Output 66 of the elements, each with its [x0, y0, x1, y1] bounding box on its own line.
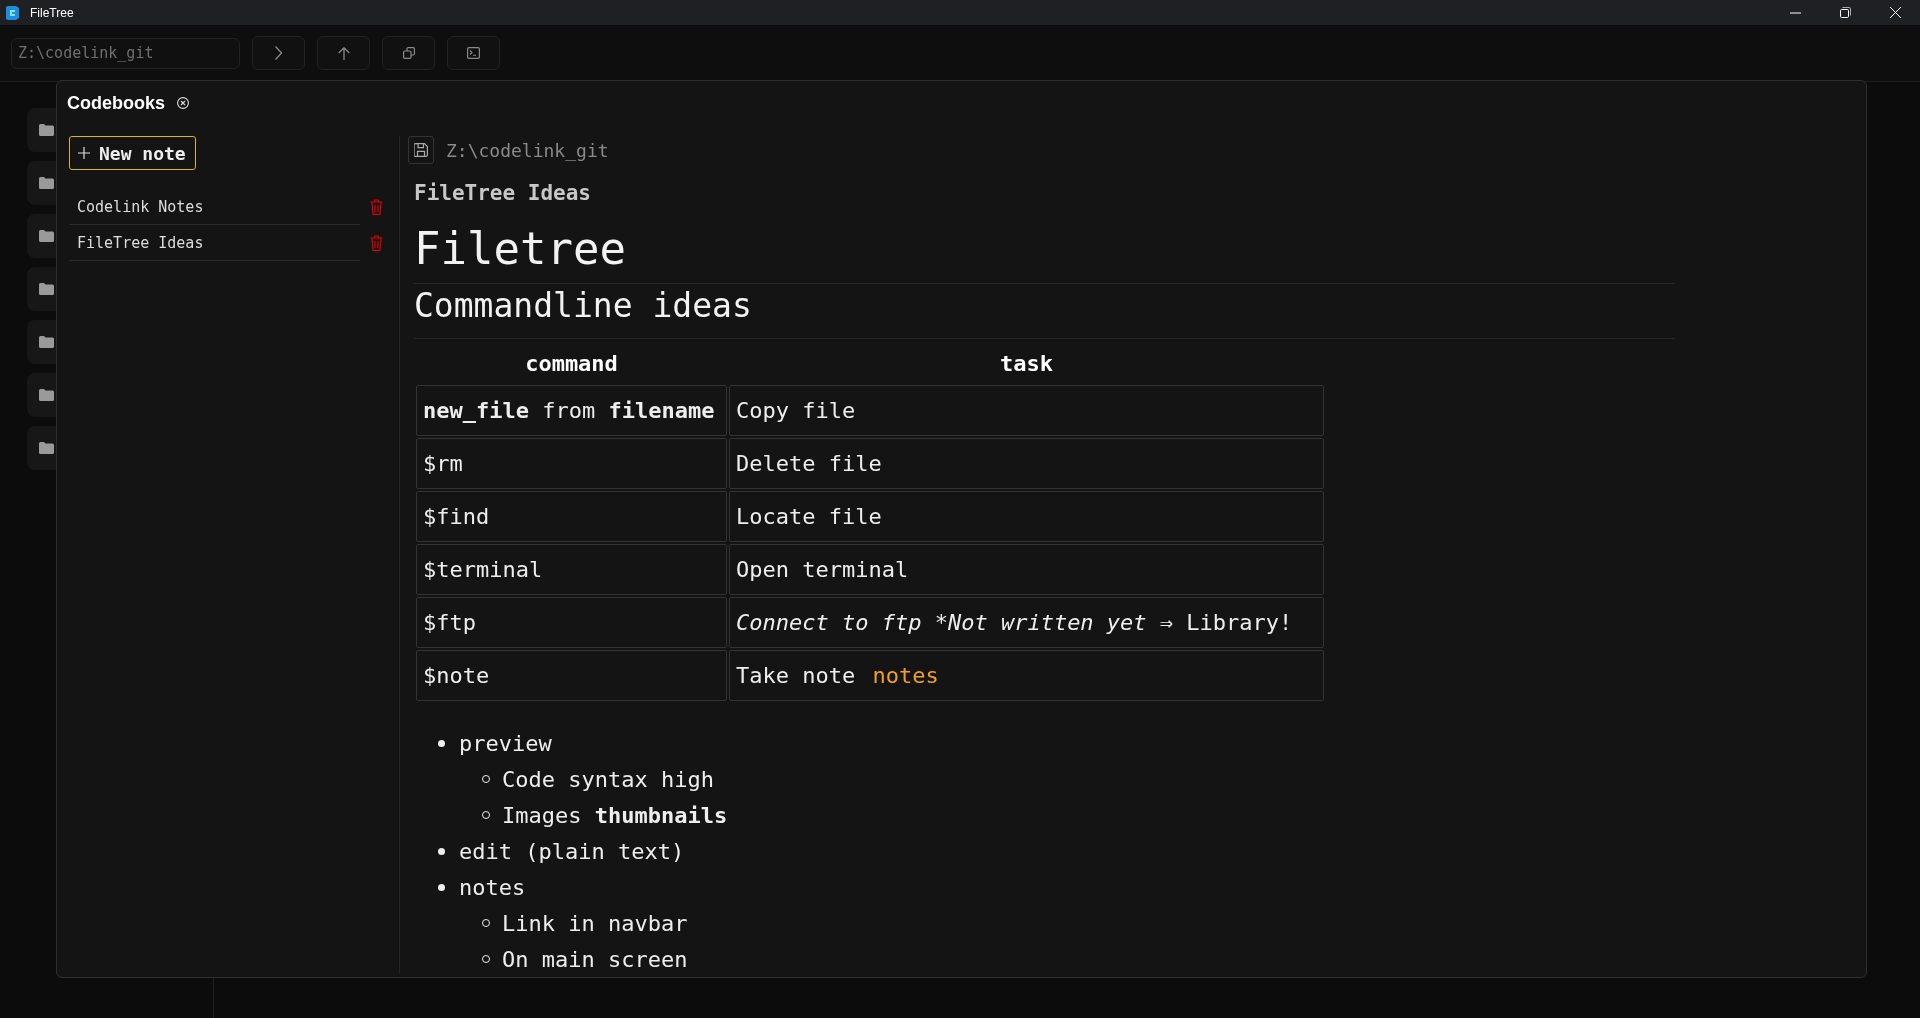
folder-icon	[39, 230, 54, 242]
folder-item[interactable]	[27, 214, 58, 258]
bullet-icon	[438, 883, 445, 891]
folder-item[interactable]	[27, 108, 58, 152]
link[interactable]: notes	[872, 663, 939, 688]
subheading: Commandline ideas	[414, 284, 1675, 339]
list-item: Images thumbnails	[502, 802, 728, 828]
folder-icon	[39, 442, 54, 454]
terminal-icon	[467, 47, 480, 59]
overlapping-squares-icon	[402, 47, 415, 59]
folder-item[interactable]	[27, 320, 58, 364]
table-cell: Delete file	[729, 438, 1324, 489]
chevron-right-icon	[275, 46, 282, 60]
table-cell: $find	[416, 491, 727, 542]
app-logo-icon	[6, 4, 20, 21]
arrow-up-icon	[337, 46, 350, 60]
table-cell: Open terminal	[729, 544, 1324, 595]
save-button[interactable]	[408, 136, 434, 164]
bullet-icon	[438, 847, 445, 855]
folder-icon	[39, 283, 54, 295]
heading: Filetree	[414, 220, 1675, 284]
column-header: command	[524, 349, 619, 378]
folder-icon	[39, 336, 54, 348]
folder-item[interactable]	[27, 426, 58, 470]
list-item: preview	[459, 730, 552, 756]
table-cell: $rm	[416, 438, 727, 489]
close-icon[interactable]	[177, 97, 189, 109]
list-item: Code syntax high	[502, 766, 714, 792]
copy-button[interactable]	[382, 36, 435, 70]
path-field[interactable]: Z:\codelink_git	[11, 37, 240, 69]
table-cell: $ftp	[416, 597, 727, 648]
folder-icon	[39, 177, 54, 189]
note-path: Z:\codelink_git	[446, 139, 609, 161]
terminal-button[interactable]	[447, 36, 500, 70]
folder-item[interactable]	[27, 267, 58, 311]
table-cell: Connect to ftp *Not written yet ⇒ Library!	[729, 597, 1324, 648]
list-item: edit (plain text)	[459, 838, 685, 864]
trash-icon[interactable]	[370, 235, 383, 251]
table-cell: $terminal	[416, 544, 727, 595]
floppy-disk-icon	[414, 143, 428, 157]
table-cell: $note	[416, 650, 727, 701]
minimize-icon	[1789, 11, 1801, 14]
plus-icon	[78, 147, 90, 159]
note-item[interactable]: Codelink Notes	[69, 189, 360, 225]
table-cell: new_file from filename	[416, 385, 727, 436]
note-title: FileTree Ideas	[413, 180, 592, 206]
new-note-button[interactable]: New note	[69, 136, 196, 170]
trash-icon[interactable]	[370, 199, 383, 215]
list-item: Link in navbar	[502, 910, 688, 936]
close-icon	[1889, 7, 1901, 18]
bullet-icon	[438, 739, 445, 747]
table-cell: Copy file	[729, 385, 1324, 436]
list-item: notes	[459, 874, 526, 900]
window-title: FileTree	[30, 5, 74, 20]
table-cell: Take note notes	[729, 650, 1324, 701]
folder-icon	[39, 389, 54, 401]
folder-item[interactable]	[27, 373, 58, 417]
folder-item[interactable]	[27, 161, 58, 205]
list-item: On main screen	[502, 946, 688, 972]
dialog-title: Codebooks	[67, 92, 165, 114]
restore-icon	[1839, 7, 1851, 18]
note-item[interactable]: FileTree Ideas	[69, 225, 360, 261]
table-cell: Locate file	[729, 491, 1324, 542]
folder-icon	[39, 124, 54, 136]
up-button[interactable]	[317, 36, 370, 70]
column-header: task	[999, 349, 1054, 378]
